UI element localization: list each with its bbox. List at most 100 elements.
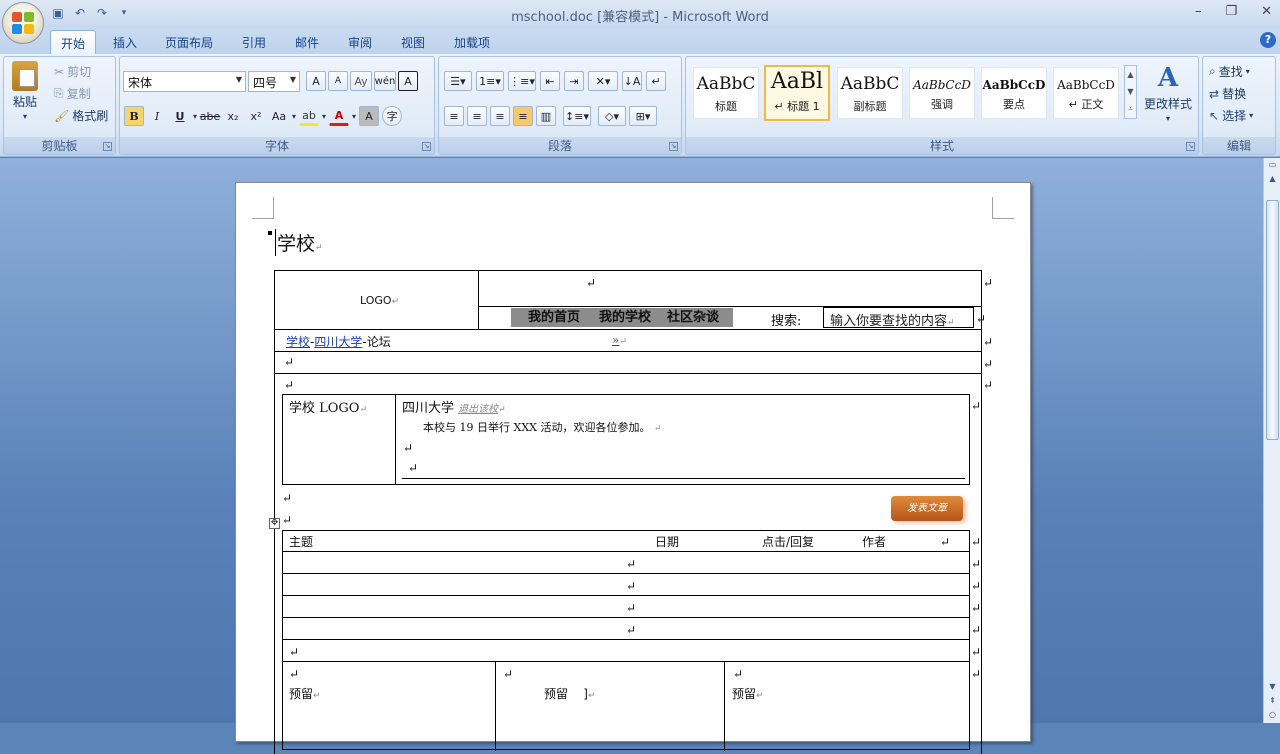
breadcrumb-more-link[interactable]: »↵ bbox=[612, 333, 627, 347]
underline-button[interactable]: U bbox=[170, 106, 190, 126]
bold-button[interactable]: B bbox=[124, 106, 144, 126]
select-button[interactable]: ↖ 选择 ▾ bbox=[1209, 107, 1253, 124]
highlight-dropdown-icon[interactable]: ▾ bbox=[322, 112, 326, 121]
line-spacing-icon[interactable]: ↕≡▾ bbox=[563, 106, 591, 126]
tab-page-layout[interactable]: 页面布局 bbox=[155, 30, 223, 54]
cut-button[interactable]: ✂ 剪切 bbox=[54, 63, 91, 80]
breadcrumb-school-link[interactable]: 学校 bbox=[286, 335, 310, 349]
italic-button[interactable]: I bbox=[147, 106, 167, 126]
copy-button[interactable]: ⎘ 复制 bbox=[54, 85, 91, 102]
enclose-char-button[interactable]: 字 bbox=[382, 106, 403, 126]
scrollbar-thumb[interactable] bbox=[1266, 200, 1279, 440]
style-strong[interactable]: AaBbCcD 要点 bbox=[981, 67, 1047, 119]
scroll-up-icon[interactable]: ▲ bbox=[1266, 174, 1279, 186]
subscript-button[interactable]: x₂ bbox=[223, 106, 243, 126]
change-case-button[interactable]: Aa bbox=[269, 106, 289, 126]
close-button[interactable]: ✕ bbox=[1261, 4, 1272, 19]
tab-mailings[interactable]: 邮件 bbox=[285, 30, 329, 54]
restore-button[interactable]: ❐ bbox=[1225, 4, 1237, 19]
quit-school-link[interactable]: 退出该校 bbox=[458, 404, 498, 415]
browse-object-icon[interactable]: ○ bbox=[1266, 710, 1279, 722]
clipboard-launcher-icon[interactable]: ↘ bbox=[103, 142, 112, 151]
shading-icon[interactable]: ◇▾ bbox=[598, 106, 626, 126]
prev-page-icon[interactable]: ⇞ bbox=[1266, 696, 1279, 708]
increase-indent-icon[interactable]: ⇥ bbox=[564, 71, 584, 91]
highlight-color-button[interactable]: ab bbox=[299, 106, 320, 126]
document-heading[interactable]: 学校↵ bbox=[275, 229, 323, 256]
char-border-button[interactable]: A bbox=[398, 71, 418, 91]
shrink-font-button[interactable]: A bbox=[328, 71, 348, 91]
table-move-handle-icon[interactable]: ✥ bbox=[269, 518, 280, 529]
paste-button[interactable]: 粘贴 ▾ bbox=[12, 61, 38, 121]
scroll-down-icon[interactable]: ▼ bbox=[1266, 682, 1279, 694]
styles-scroll[interactable]: ▲ ▼ ⩡ bbox=[1124, 65, 1137, 119]
tab-view[interactable]: 视图 bbox=[391, 30, 435, 54]
minimize-button[interactable]: – bbox=[1195, 4, 1202, 19]
document-page[interactable]: 学校↵ LOGO↵ ↵ 我的首页 我的学校 社区杂谈 搜索: 输入你要查找的内容… bbox=[235, 182, 1031, 754]
style-subtitle[interactable]: AaBbC 副标题 bbox=[837, 67, 903, 119]
font-name-combo[interactable]: 宋体 ▼ bbox=[123, 71, 246, 92]
tab-review[interactable]: 审阅 bbox=[338, 30, 382, 54]
font-color-button[interactable]: A bbox=[329, 106, 350, 126]
align-left-icon[interactable]: ≡ bbox=[444, 106, 464, 126]
char-shading-button[interactable]: A bbox=[359, 106, 380, 126]
font-color-dropdown-icon[interactable]: ▾ bbox=[352, 112, 356, 121]
case-dropdown-icon[interactable]: ▾ bbox=[292, 112, 296, 121]
breadcrumb: 学校-四川大学-论坛 bbox=[286, 335, 391, 349]
format-painter-button[interactable]: 🖌 格式刷 bbox=[54, 107, 108, 124]
font-launcher-icon[interactable]: ↘ bbox=[422, 142, 431, 151]
superscript-button[interactable]: x² bbox=[246, 106, 266, 126]
clear-format-icon[interactable]: Ay bbox=[350, 71, 372, 91]
show-marks-icon[interactable]: ↵ bbox=[646, 71, 666, 91]
search-input[interactable]: 输入你要查找的内容↵ bbox=[823, 307, 974, 329]
office-button[interactable] bbox=[2, 2, 44, 44]
phonetic-guide-button[interactable]: wén bbox=[374, 71, 396, 91]
tab-insert[interactable]: 插入 bbox=[103, 30, 147, 54]
style-normal[interactable]: AaBbCcD ↵ 正文 bbox=[1053, 67, 1119, 119]
reserved-cell-3[interactable]: 预留↵ bbox=[732, 685, 764, 702]
distributed-icon[interactable]: ▥ bbox=[536, 106, 556, 126]
grow-font-button[interactable]: A bbox=[306, 71, 326, 91]
underline-dropdown-icon[interactable]: ▾ bbox=[193, 112, 197, 121]
ruler-toggle-icon[interactable]: ▭ bbox=[1266, 160, 1279, 172]
reserved-cell-2[interactable]: 预留 ]↵ bbox=[544, 685, 596, 702]
multilevel-list-icon[interactable]: ⋮≡▾ bbox=[508, 71, 536, 91]
borders-icon[interactable]: ⊞▾ bbox=[629, 106, 657, 126]
justify-icon[interactable]: ≡ bbox=[513, 106, 533, 126]
breadcrumb-university-link[interactable]: 四川大学 bbox=[314, 335, 362, 349]
align-center-icon[interactable]: ≡ bbox=[467, 106, 487, 126]
reserved-cell-1[interactable]: 预留↵ bbox=[289, 685, 321, 702]
style-emphasis[interactable]: AaBbCcD 强调 bbox=[909, 67, 975, 119]
table-row[interactable]: ↵ bbox=[626, 557, 636, 571]
strikethrough-button[interactable]: abe bbox=[200, 106, 221, 126]
paragraph-launcher-icon[interactable]: ↘ bbox=[669, 142, 678, 151]
help-icon[interactable]: ? bbox=[1260, 32, 1276, 48]
style-heading-1[interactable]: AaBl ↵ 标题 1 bbox=[764, 65, 830, 121]
table-row[interactable]: ↵ bbox=[626, 579, 636, 593]
style-title[interactable]: AaBbC 标题 bbox=[693, 67, 759, 119]
numbering-icon[interactable]: 1≡▾ bbox=[476, 71, 504, 91]
nav-my-school[interactable]: 我的学校 bbox=[597, 308, 653, 327]
tab-home[interactable]: 开始 bbox=[50, 30, 97, 54]
table-row[interactable]: ↵ bbox=[626, 623, 636, 637]
change-styles-button[interactable]: A 更改样式 ▾ bbox=[1142, 63, 1194, 123]
styles-launcher-icon[interactable]: ↘ bbox=[1186, 142, 1195, 151]
font-size-combo[interactable]: 四号 ▼ bbox=[248, 71, 300, 92]
replace-button[interactable]: ⇄ 替换 bbox=[1209, 85, 1246, 102]
tab-references[interactable]: 引用 bbox=[232, 30, 276, 54]
paragraph-mark: ↵ bbox=[284, 355, 295, 369]
vertical-scrollbar[interactable]: ▭ ▲ ▼ ⇞ ○ bbox=[1263, 158, 1280, 723]
sort-icon[interactable]: ↓A bbox=[622, 71, 642, 91]
table-row[interactable]: ↵ bbox=[626, 601, 636, 615]
nav-home[interactable]: 我的首页 bbox=[511, 308, 597, 327]
decrease-indent-icon[interactable]: ⇤ bbox=[540, 71, 560, 91]
paragraph-mark: ↵ bbox=[940, 535, 951, 549]
align-right-icon[interactable]: ≡ bbox=[490, 106, 510, 126]
nav-community[interactable]: 社区杂谈 bbox=[653, 308, 733, 327]
find-button[interactable]: ⌕ 查找 ▾ bbox=[1209, 63, 1250, 80]
bullets-icon[interactable]: ☰▾ bbox=[444, 71, 472, 91]
tab-addins[interactable]: 加载项 bbox=[444, 30, 500, 54]
post-article-button[interactable]: 发表文章 bbox=[891, 496, 963, 521]
table-row[interactable]: ↵ bbox=[289, 645, 299, 659]
chinese-layout-icon[interactable]: ✕▾ bbox=[588, 71, 618, 91]
